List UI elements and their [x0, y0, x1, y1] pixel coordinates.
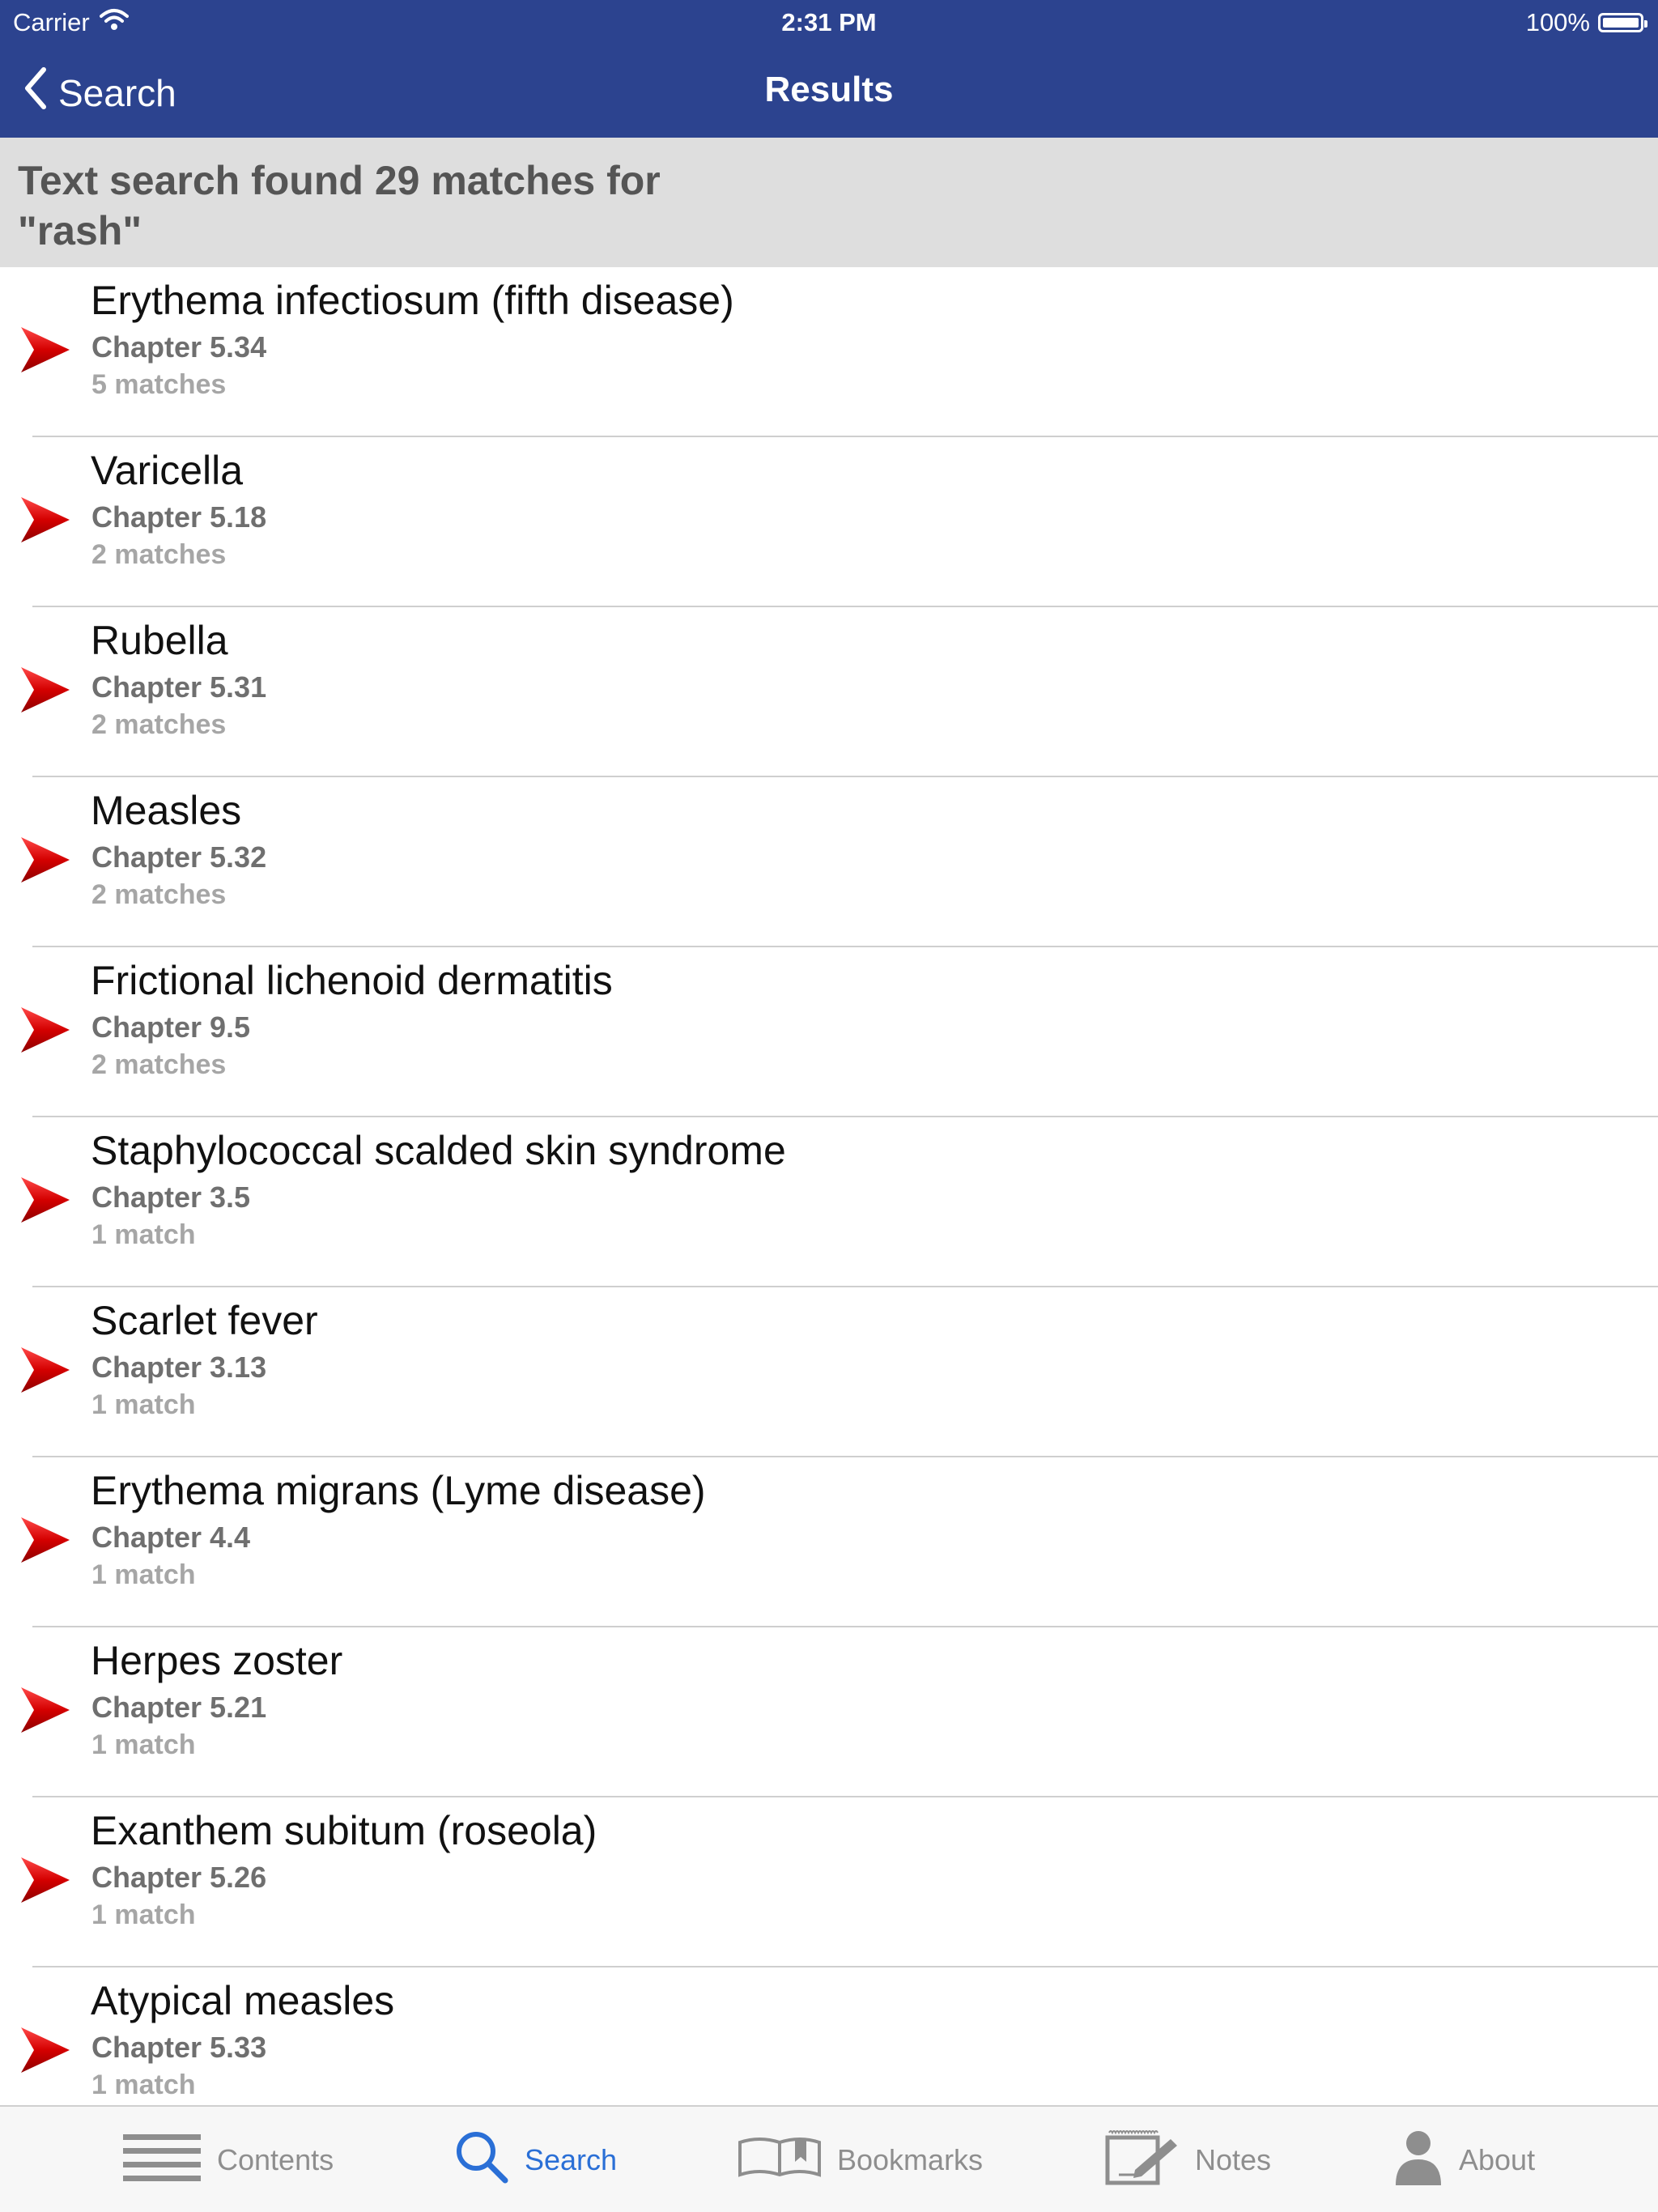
tab-contents-label: Contents	[217, 2143, 334, 2176]
list-item[interactable]: Erythema infectiosum (fifth disease) Chap…	[0, 267, 1658, 437]
person-icon	[1392, 2129, 1444, 2193]
result-match-count: 2 matches	[91, 1049, 227, 1080]
list-item[interactable]: Rubella Chapter 5.31 2 matches	[0, 607, 1658, 777]
result-match-count: 1 match	[91, 1219, 196, 1250]
red-arrow-icon	[19, 325, 71, 374]
tab-bookmarks-label: Bookmarks	[837, 2143, 984, 2176]
result-title: Atypical measles	[91, 1978, 395, 2023]
result-match-count: 1 match	[91, 1729, 196, 1760]
result-title: Rubella	[91, 618, 228, 663]
list-item[interactable]: Scarlet fever Chapter 3.13 1 match	[0, 1287, 1658, 1457]
tab-bar: Contents Search Bookmarks Notes About	[0, 2105, 1658, 2212]
tab-search-label: Search	[525, 2143, 618, 2176]
result-chapter: Chapter 5.34	[91, 330, 267, 364]
result-match-count: 2 matches	[91, 539, 227, 570]
page-title: Results	[764, 70, 894, 109]
result-chapter: Chapter 5.18	[91, 500, 267, 534]
result-chapter: Chapter 3.5	[91, 1180, 251, 1214]
status-bar: Carrier 2:31 PM 100%	[0, 0, 1658, 45]
tab-about[interactable]: About	[1392, 2130, 1536, 2189]
summary-line-1: Text search found 29 matches for	[18, 158, 661, 203]
tab-search[interactable]: Search	[453, 2131, 617, 2189]
tab-contents[interactable]: Contents	[121, 2131, 334, 2189]
result-title: Exanthem subitum (roseola)	[91, 1808, 597, 1853]
list-item[interactable]: Frictional lichenoid dermatitis Chapter 9…	[0, 947, 1658, 1117]
result-chapter: Chapter 5.33	[91, 2031, 267, 2064]
red-arrow-icon	[19, 1516, 71, 1564]
book-icon	[737, 2134, 823, 2187]
red-arrow-icon	[19, 1176, 71, 1224]
result-chapter: Chapter 5.31	[91, 670, 267, 704]
app-window: Carrier 2:31 PM 100% Search Results Text…	[0, 0, 1658, 2212]
red-arrow-icon	[19, 1686, 71, 1734]
search-icon	[453, 2129, 510, 2193]
result-title: Varicella	[91, 448, 244, 493]
red-arrow-icon	[19, 496, 71, 544]
result-match-count: 1 match	[91, 1899, 196, 1930]
result-match-count: 2 matches	[91, 709, 227, 740]
tab-notes[interactable]: Notes	[1103, 2129, 1272, 2189]
result-chapter: Chapter 5.32	[91, 840, 267, 874]
result-match-count: 5 matches	[91, 369, 227, 400]
result-title: Frictional lichenoid dermatitis	[91, 958, 613, 1003]
tab-notes-label: Notes	[1195, 2143, 1272, 2176]
result-chapter: Chapter 3.13	[91, 1351, 267, 1384]
result-match-count: 1 match	[91, 1559, 196, 1590]
red-arrow-icon	[19, 2026, 71, 2074]
results-list: Erythema infectiosum (fifth disease) Chap…	[0, 267, 1658, 2138]
battery-indicator: 100%	[1525, 8, 1647, 37]
battery-percent: 100%	[1525, 8, 1590, 36]
red-arrow-icon	[19, 1856, 71, 1904]
result-title: Erythema infectiosum (fifth disease)	[91, 278, 734, 323]
list-item[interactable]: Herpes zoster Chapter 5.21 1 match	[0, 1627, 1658, 1797]
result-title: Staphylococcal scalded skin syndrome	[91, 1128, 786, 1173]
result-title: Measles	[91, 788, 242, 833]
notepad-icon	[1103, 2128, 1180, 2193]
red-arrow-icon	[19, 1346, 71, 1394]
red-arrow-icon	[19, 666, 71, 714]
top-bar: Carrier 2:31 PM 100% Search Results	[0, 0, 1658, 138]
list-item[interactable]: Measles Chapter 5.32 2 matches	[0, 777, 1658, 947]
red-arrow-icon	[19, 1006, 71, 1054]
result-match-count: 2 matches	[91, 879, 227, 910]
result-chapter: Chapter 4.4	[91, 1521, 251, 1554]
search-summary: Text search found 29 matches for "rash"	[0, 138, 1658, 267]
list-item[interactable]: Staphylococcal scalded skin syndrome Chap…	[0, 1117, 1658, 1287]
list-item[interactable]: Exanthem subitum (roseola) Chapter 5.26 1 …	[0, 1797, 1658, 1967]
list-item[interactable]: Varicella Chapter 5.18 2 matches	[0, 437, 1658, 607]
result-title: Erythema migrans (Lyme disease)	[91, 1468, 706, 1513]
result-title: Scarlet fever	[91, 1298, 318, 1343]
list-item[interactable]: Erythema migrans (Lyme disease) Chapter 4…	[0, 1457, 1658, 1627]
clock: 2:31 PM	[781, 8, 877, 36]
navigation-bar: Search Results	[0, 45, 1658, 138]
result-match-count: 1 match	[91, 1389, 196, 1420]
list-icon	[121, 2131, 202, 2190]
result-chapter: Chapter 9.5	[91, 1010, 251, 1044]
result-match-count: 1 match	[91, 2069, 196, 2100]
result-chapter: Chapter 5.26	[91, 1861, 267, 1894]
summary-line-2: "rash"	[18, 208, 142, 253]
tab-bookmarks[interactable]: Bookmarks	[737, 2131, 983, 2189]
result-title: Herpes zoster	[91, 1638, 343, 1683]
battery-icon	[1598, 13, 1647, 32]
red-arrow-icon	[19, 836, 71, 884]
result-chapter: Chapter 5.21	[91, 1691, 267, 1724]
tab-about-label: About	[1459, 2143, 1536, 2176]
